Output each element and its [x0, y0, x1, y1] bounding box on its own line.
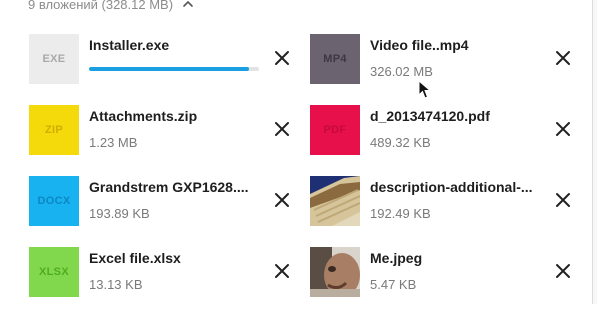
attachment-item[interactable]: Me.jpeg 5.47 KB — [310, 247, 592, 317]
file-size: 13.13 KB — [89, 277, 143, 292]
attachment-item[interactable]: XLSX Excel file.xlsx 13.13 KB — [29, 247, 311, 317]
chevron-up-icon[interactable] — [181, 0, 195, 11]
remove-attachment-button[interactable] — [552, 189, 574, 211]
file-thumbnail-zip: ZIP — [29, 105, 79, 155]
face-photo-image — [310, 247, 360, 297]
close-icon — [275, 264, 289, 278]
close-icon — [556, 51, 570, 65]
file-name[interactable]: Installer.exe — [89, 37, 259, 53]
file-size: 193.89 KB — [89, 206, 150, 221]
remove-attachment-button[interactable] — [552, 260, 574, 282]
attachment-item[interactable]: EXE Installer.exe — [29, 34, 311, 104]
file-type-label: ZIP — [44, 124, 63, 136]
remove-attachment-button[interactable] — [271, 118, 293, 140]
upload-progress-bar — [89, 67, 259, 71]
file-thumbnail-xlsx: XLSX — [29, 247, 79, 297]
close-icon — [275, 122, 289, 136]
file-type-label: XLSX — [39, 266, 69, 278]
close-icon — [556, 193, 570, 207]
file-type-label: EXE — [42, 53, 66, 65]
remove-attachment-button[interactable] — [271, 189, 293, 211]
file-name[interactable]: Video file..mp4 — [370, 37, 540, 53]
file-name[interactable]: description-additional-... — [370, 179, 540, 195]
file-thumbnail-pdf: PDF — [310, 105, 360, 155]
file-thumbnail-exe: EXE — [29, 34, 79, 84]
file-name[interactable]: Grandstrem GXP1628.... — [89, 179, 259, 195]
file-thumbnail-docx: DOCX — [29, 176, 79, 226]
image-thumbnail — [310, 176, 360, 226]
remove-attachment-button[interactable] — [552, 47, 574, 69]
remove-attachment-button[interactable] — [552, 118, 574, 140]
file-type-label: PDF — [323, 124, 347, 136]
upload-progress-fill — [89, 67, 249, 71]
file-name[interactable]: d_2013474120.pdf — [370, 108, 540, 124]
image-thumbnail — [310, 247, 360, 297]
file-name[interactable]: Me.jpeg — [370, 250, 540, 266]
file-type-label: DOCX — [37, 195, 71, 207]
file-size: 1.23 MB — [89, 135, 138, 150]
attachments-summary: 9 вложений (328.12 МВ) — [28, 0, 174, 12]
file-size: 489.32 KB — [370, 135, 431, 150]
close-icon — [275, 51, 289, 65]
close-icon — [275, 193, 289, 207]
attachment-item[interactable]: MP4 Video file..mp4 326.02 MB — [310, 34, 592, 104]
attachment-item[interactable]: PDF d_2013474120.pdf 489.32 KB — [310, 105, 592, 175]
file-type-label: MP4 — [323, 53, 347, 65]
file-size: 326.02 MB — [370, 64, 433, 79]
file-name[interactable]: Attachments.zip — [89, 108, 259, 124]
mouse-pointer-icon — [418, 80, 432, 99]
remove-attachment-button[interactable] — [271, 47, 293, 69]
attachment-item[interactable]: DOCX Grandstrem GXP1628.... 193.89 KB — [29, 176, 311, 246]
roof-photo-image — [310, 176, 360, 226]
file-size: 5.47 KB — [370, 277, 417, 292]
attachment-item[interactable]: description-additional-... 192.49 KB — [310, 176, 592, 246]
attachments-header[interactable]: 9 вложений (328.12 МВ) — [28, 0, 195, 14]
file-size: 192.49 KB — [370, 206, 431, 221]
remove-attachment-button[interactable] — [271, 260, 293, 282]
file-name[interactable]: Excel file.xlsx — [89, 250, 259, 266]
scrollbar[interactable] — [592, 0, 597, 304]
attachment-item[interactable]: ZIP Attachments.zip 1.23 MB — [29, 105, 311, 175]
close-icon — [556, 122, 570, 136]
close-icon — [556, 264, 570, 278]
file-thumbnail-mp4: MP4 — [310, 34, 360, 84]
